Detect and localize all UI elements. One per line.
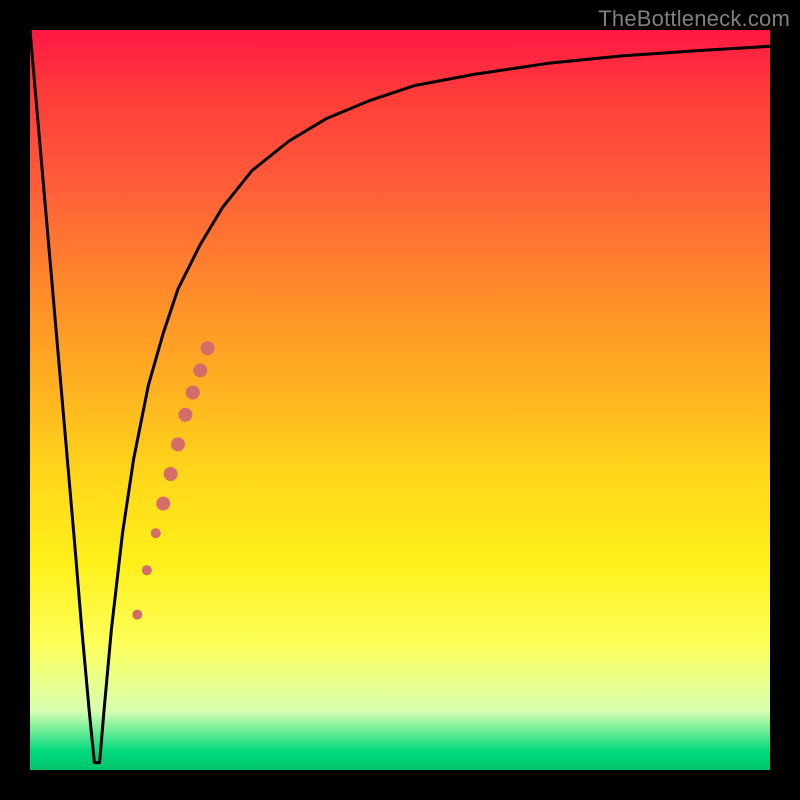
highlight-point <box>132 610 142 620</box>
plot-area <box>30 30 770 770</box>
highlight-point <box>201 341 215 355</box>
highlight-point <box>193 363 207 377</box>
highlight-point <box>142 565 152 575</box>
watermark-text: TheBottleneck.com <box>598 6 790 32</box>
highlight-point <box>164 467 178 481</box>
highlight-point <box>186 386 200 400</box>
highlight-markers <box>132 341 214 619</box>
highlight-point <box>156 497 170 511</box>
chart-svg <box>30 30 770 770</box>
highlight-point <box>178 408 192 422</box>
highlight-point <box>171 437 185 451</box>
highlight-point <box>151 528 161 538</box>
bottleneck-curve <box>30 30 770 763</box>
chart-frame: TheBottleneck.com <box>0 0 800 800</box>
